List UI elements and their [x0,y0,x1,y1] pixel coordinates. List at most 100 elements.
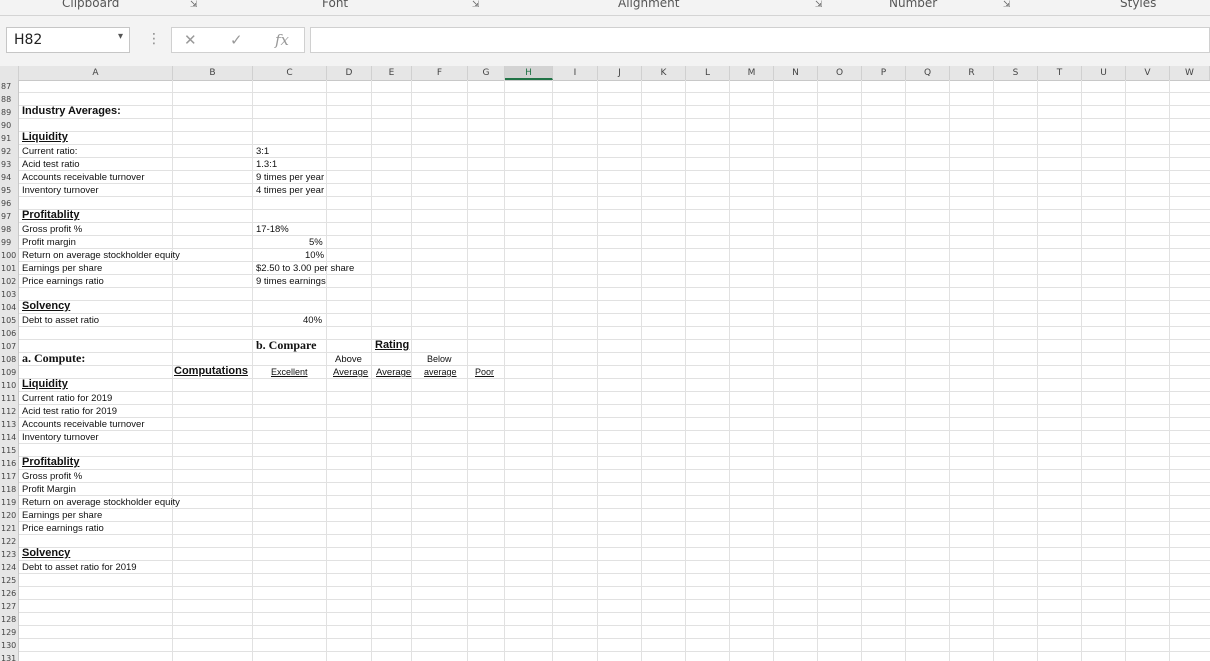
row-header[interactable]: 106 [0,327,19,340]
cell-r104[interactable]: Solvency [22,300,70,313]
row-header[interactable]: 117 [0,470,19,483]
row-header[interactable]: 119 [0,496,19,509]
cell-r99a[interactable]: Profit margin [22,236,76,249]
row-header[interactable]: 118 [0,483,19,496]
cell-r105c[interactable]: 40% [303,314,322,327]
row-header[interactable]: 105 [0,314,19,327]
row-header[interactable]: 108 [0,353,19,366]
row-header[interactable]: 116 [0,457,19,470]
select-all-corner[interactable] [0,66,19,80]
cell-r95a[interactable]: Inventory turnover [22,184,99,197]
cell-r109d[interactable]: Average [333,366,368,379]
cell-r109e[interactable]: Average [376,366,411,379]
column-header-u[interactable]: U [1082,66,1126,80]
row-header[interactable]: 112 [0,405,19,418]
cell-r109g[interactable]: Poor [475,366,494,379]
formula-input[interactable] [310,27,1210,53]
row-header[interactable]: 98 [0,223,19,236]
row-header[interactable]: 92 [0,145,19,158]
column-header-p[interactable]: P [862,66,906,80]
enter-icon[interactable]: ✓ [230,31,243,49]
cell-r101a[interactable]: Earnings per share [22,262,102,275]
cell-r97[interactable]: Profitablity [22,209,79,222]
column-header-i[interactable]: I [553,66,598,80]
column-header-o[interactable]: O [818,66,862,80]
row-header[interactable]: 97 [0,210,19,223]
row-header[interactable]: 130 [0,639,19,652]
column-header-t[interactable]: T [1038,66,1082,80]
row-header[interactable]: 103 [0,288,19,301]
column-header-c[interactable]: C [253,66,327,80]
row-header[interactable]: 128 [0,613,19,626]
row-header[interactable]: 126 [0,587,19,600]
row-header[interactable]: 87 [0,80,19,93]
row-header[interactable]: 125 [0,574,19,587]
row-header[interactable]: 90 [0,119,19,132]
column-header-m[interactable]: M [730,66,774,80]
cell-r102c[interactable]: 9 times earnings [256,275,326,288]
cell-r107c[interactable]: b. Compare [256,339,316,352]
cell-r117[interactable]: Gross profit % [22,470,82,483]
cell-r93c[interactable]: 1.3:1 [256,158,277,171]
more-options-icon[interactable]: ⋮ [147,31,161,47]
cell-r124[interactable]: Debt to asset ratio for 2019 [22,561,137,574]
row-header[interactable]: 111 [0,392,19,405]
number-launcher-icon[interactable]: ⇲ [1003,0,1011,10]
column-header-e[interactable]: E [372,66,412,80]
cell-r107e[interactable]: Rating [375,339,409,352]
row-header[interactable]: 127 [0,600,19,613]
cell-r92c[interactable]: 3:1 [256,145,269,158]
row-header[interactable]: 94 [0,171,19,184]
alignment-launcher-icon[interactable]: ⇲ [815,0,823,10]
row-header[interactable]: 88 [0,93,19,106]
cell-r89[interactable]: Industry Averages: [22,105,121,118]
row-header[interactable]: 120 [0,509,19,522]
row-header[interactable]: 115 [0,444,19,457]
column-header-r[interactable]: R [950,66,994,80]
row-header[interactable]: 123 [0,548,19,561]
row-header[interactable]: 129 [0,626,19,639]
cell-r119[interactable]: Return on average stockholder equity [22,496,180,509]
column-header-w[interactable]: W [1170,66,1210,80]
cell-r98a[interactable]: Gross profit % [22,223,82,236]
row-header[interactable]: 113 [0,418,19,431]
column-header-h[interactable]: H [505,66,553,80]
cell-r100c[interactable]: 10% [305,249,324,262]
cell-r108d[interactable]: Above [335,353,362,366]
cell-r120[interactable]: Earnings per share [22,509,102,522]
row-header[interactable]: 114 [0,431,19,444]
column-header-v[interactable]: V [1126,66,1170,80]
cell-r93a[interactable]: Acid test ratio [22,158,80,171]
insert-function-icon[interactable]: fx [275,31,289,49]
row-header[interactable]: 95 [0,184,19,197]
name-box[interactable]: H82 ▾ [6,27,130,53]
cell-r108f[interactable]: Below [427,353,452,366]
row-header[interactable]: 121 [0,522,19,535]
column-header-l[interactable]: L [686,66,730,80]
cell-r94c[interactable]: 9 times per year [256,171,324,184]
cell-r95c[interactable]: 4 times per year [256,184,324,197]
column-header-d[interactable]: D [327,66,372,80]
column-header-g[interactable]: G [468,66,505,80]
column-header-a[interactable]: A [19,66,173,80]
row-header[interactable]: 102 [0,275,19,288]
cell-r118[interactable]: Profit Margin [22,483,76,496]
row-header[interactable]: 91 [0,132,19,145]
cell-r109b[interactable]: Computations [174,365,248,378]
cell-r108a[interactable]: a. Compute: [22,352,85,365]
column-header-s[interactable]: S [994,66,1038,80]
cell-r111[interactable]: Current ratio for 2019 [22,392,112,405]
cell-r123[interactable]: Solvency [22,547,70,560]
row-header[interactable]: 107 [0,340,19,353]
cell-r121[interactable]: Price earnings ratio [22,522,104,535]
cell-r109c[interactable]: Excellent [271,366,308,379]
column-header-j[interactable]: J [598,66,642,80]
font-launcher-icon[interactable]: ⇲ [472,0,480,10]
cell-r110[interactable]: Liquidity [22,378,68,391]
row-header[interactable]: 100 [0,249,19,262]
cell-r102a[interactable]: Price earnings ratio [22,275,104,288]
cancel-icon[interactable]: ✕ [184,31,197,49]
chevron-down-icon[interactable]: ▾ [118,31,123,42]
row-header[interactable]: 104 [0,301,19,314]
row-header[interactable]: 96 [0,197,19,210]
